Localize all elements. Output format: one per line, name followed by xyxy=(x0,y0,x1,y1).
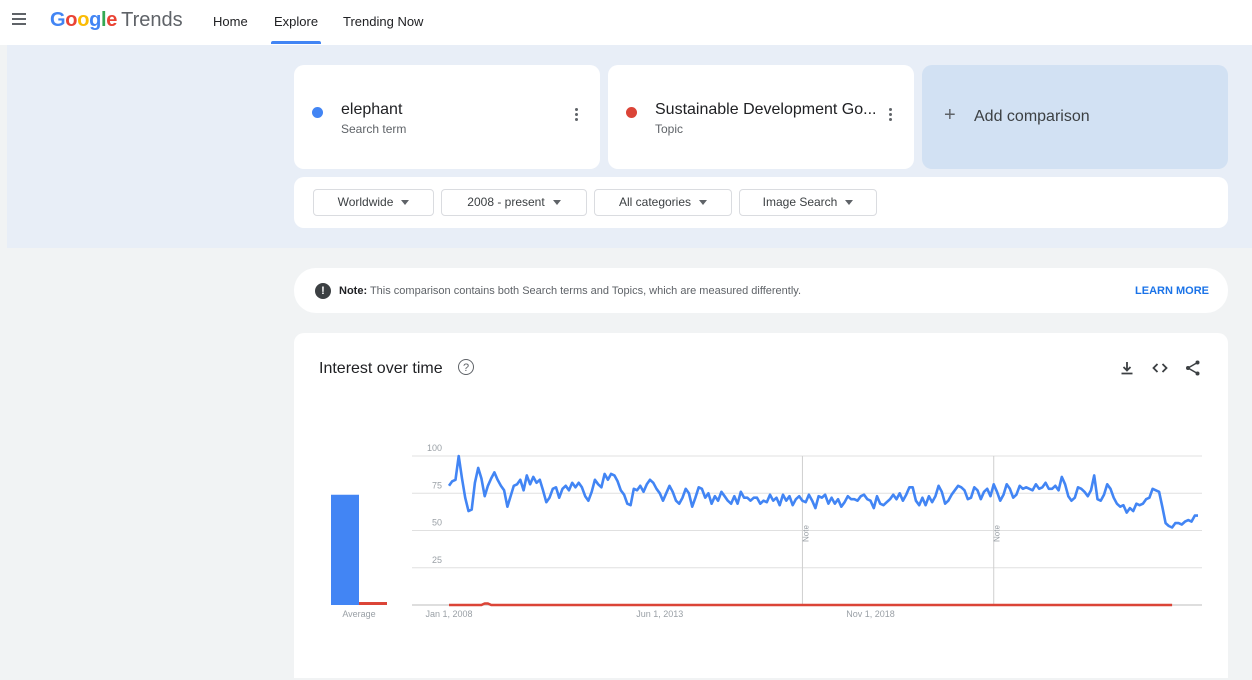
trends-wordmark: Trends xyxy=(121,9,183,31)
x-tick-label: Nov 1, 2018 xyxy=(846,609,895,619)
average-bar xyxy=(359,602,387,605)
x-tick-label: Jun 1, 2013 xyxy=(636,609,683,619)
filter-label: Worldwide xyxy=(337,195,394,209)
y-tick-label: 100 xyxy=(427,443,442,453)
alert-icon: ! xyxy=(315,283,331,299)
y-tick-label: 50 xyxy=(432,518,442,528)
filter-label: 2008 - present xyxy=(467,195,545,209)
plus-icon: + xyxy=(944,104,956,126)
term-card-elephant[interactable]: elephant Search term xyxy=(294,65,600,169)
google-trends-logo[interactable]: Google Trends xyxy=(50,9,183,32)
nav-trending-now[interactable]: Trending Now xyxy=(343,14,423,29)
term-name: elephant xyxy=(341,101,403,118)
term-card-sdg[interactable]: Sustainable Development Go... Topic xyxy=(608,65,914,169)
interest-over-time-card: Interest over time ? 100 75 50 25 Note Note Ja… xyxy=(294,333,1228,678)
caret-down-icon xyxy=(552,200,561,206)
series-line xyxy=(449,602,1173,607)
average-label: Average xyxy=(342,609,375,619)
learn-more-link[interactable]: LEARN MORE xyxy=(1135,285,1209,297)
x-tick-label: Jan 1, 2008 xyxy=(425,609,472,619)
more-options-icon[interactable] xyxy=(889,108,893,123)
note-marker-label: Note xyxy=(801,525,810,542)
series-color-dot xyxy=(312,107,323,118)
filter-location[interactable]: Worldwide xyxy=(313,189,434,216)
average-bar xyxy=(331,494,359,605)
note-marker-label: Note xyxy=(993,525,1002,542)
caret-down-icon xyxy=(699,200,708,206)
filter-search-type[interactable]: Image Search xyxy=(739,189,877,216)
series-line xyxy=(447,454,1198,529)
note-banner: ! Note: This comparison contains both Se… xyxy=(294,268,1228,313)
series-color-dot xyxy=(626,107,637,118)
top-bar: Google Trends Home Explore Trending Now xyxy=(0,0,1252,45)
note-label: Note: xyxy=(339,285,368,297)
note-text: Note: This comparison contains both Sear… xyxy=(339,285,801,297)
note-message: This comparison contains both Search ter… xyxy=(367,285,802,297)
nav-home[interactable]: Home xyxy=(213,14,248,29)
term-type: Search term xyxy=(341,122,407,136)
google-logo: Google xyxy=(50,9,118,31)
y-tick-label: 75 xyxy=(432,480,442,490)
caret-down-icon xyxy=(845,200,854,206)
filter-label: Image Search xyxy=(762,195,838,209)
term-type: Topic xyxy=(655,122,684,136)
filter-bar: Worldwide 2008 - present All categories … xyxy=(294,177,1228,228)
more-options-icon[interactable] xyxy=(575,108,579,123)
y-tick-label: 25 xyxy=(432,555,442,565)
filter-time-range[interactable]: 2008 - present xyxy=(441,189,587,216)
filter-label: All categories xyxy=(618,195,692,209)
nav-explore[interactable]: Explore xyxy=(270,14,322,44)
filter-category[interactable]: All categories xyxy=(594,189,732,216)
interest-chart: 100 75 50 25 Note Note Jan 1, 2008 Jun 1, 2013 N… xyxy=(331,443,1202,619)
add-comparison-label: Add comparison xyxy=(974,108,1090,125)
menu-icon[interactable] xyxy=(12,13,26,27)
caret-down-icon xyxy=(401,200,410,206)
term-name: Sustainable Development Go... xyxy=(655,101,877,118)
add-comparison-button[interactable]: + Add comparison xyxy=(922,65,1228,169)
